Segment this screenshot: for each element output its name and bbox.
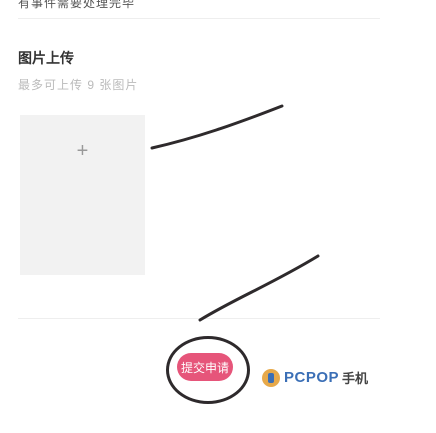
submit-button[interactable]: 提交申请 (177, 353, 233, 381)
pcpop-logo-icon (262, 368, 280, 387)
watermark-suffix: 手机 (342, 371, 369, 386)
annotation-circle: 提交申请 (166, 336, 250, 404)
watermark: PCPOP 手机 (262, 368, 368, 387)
watermark-brand: PCPOP (284, 369, 340, 386)
